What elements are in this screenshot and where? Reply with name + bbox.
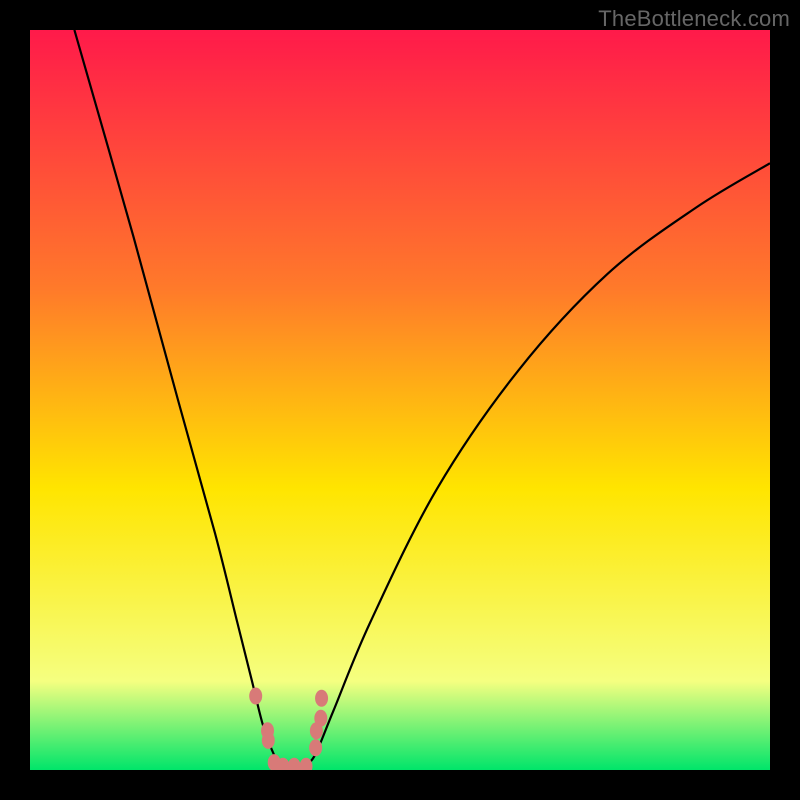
chart-frame: TheBottleneck.com [0,0,800,800]
curve-marker [315,690,328,707]
watermark-text: TheBottleneck.com [598,6,790,32]
chart-svg [30,30,770,770]
curve-marker [314,710,327,727]
curve-marker [262,732,275,749]
plot-area [30,30,770,770]
curve-marker [249,688,262,705]
gradient-background [30,30,770,770]
curve-marker [309,739,322,756]
